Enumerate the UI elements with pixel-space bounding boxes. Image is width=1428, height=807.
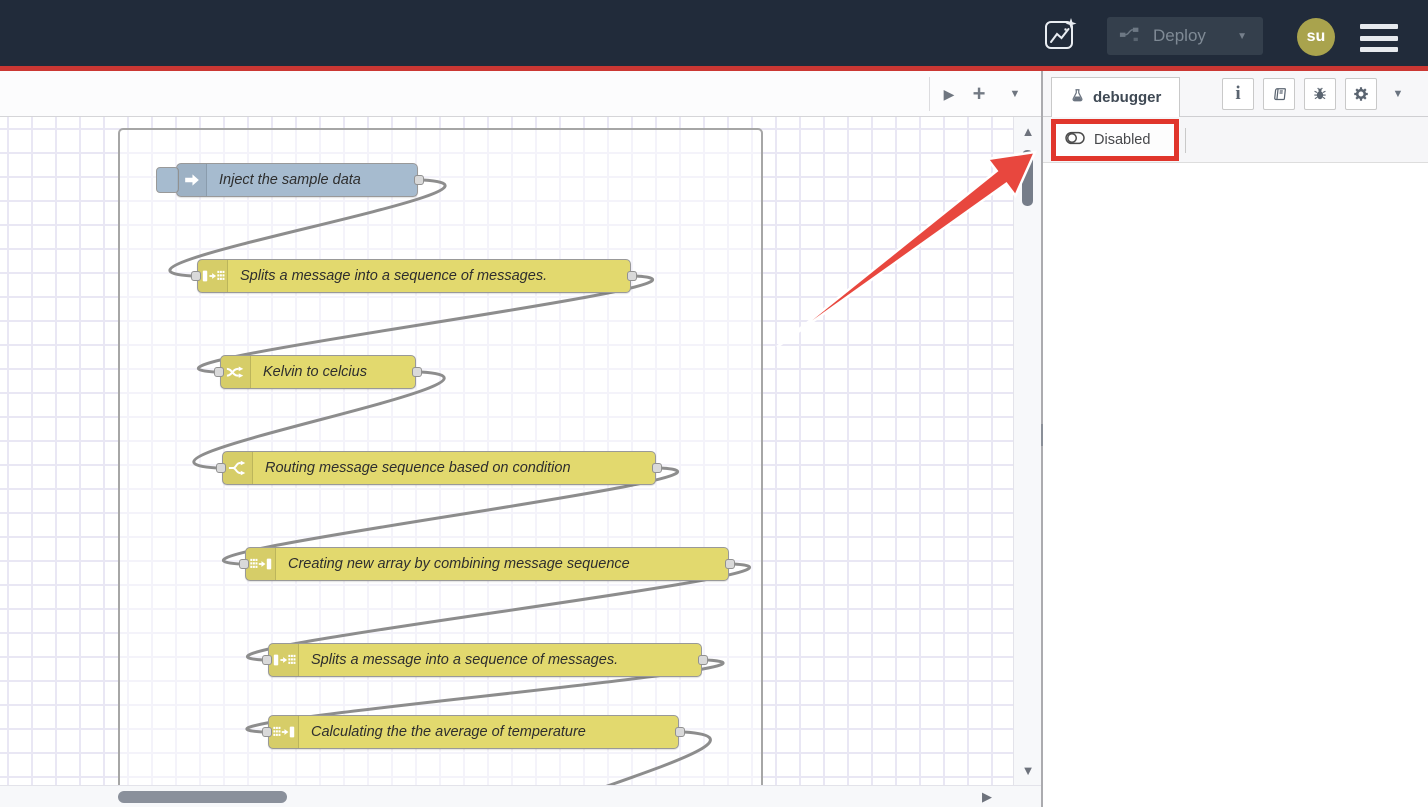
inject-icon: [177, 164, 207, 196]
deploy-label: Deploy: [1153, 26, 1206, 46]
flow-node-split[interactable]: Splits a message into a sequence of mess…: [197, 259, 631, 293]
tab-debugger[interactable]: debugger: [1051, 77, 1180, 117]
node-label: Kelvin to celcius: [263, 356, 367, 387]
workspace: ▶ + ▼ Inject the sample data Splits a mes…: [0, 71, 1041, 807]
output-port[interactable]: [698, 655, 708, 665]
book-icon[interactable]: [1263, 78, 1295, 110]
node-label: Splits a message into a sequence of mess…: [311, 644, 618, 675]
bug-icon[interactable]: [1304, 78, 1336, 110]
scroll-up-icon[interactable]: ▲: [1014, 124, 1042, 139]
split-icon: [198, 260, 228, 292]
hamburger-menu-icon[interactable]: [1360, 24, 1398, 52]
horizontal-scrollbar-thumb[interactable]: [118, 791, 287, 803]
flow-tabbar: ▶ + ▼: [0, 71, 1041, 117]
toolbar-separator: [1185, 128, 1186, 153]
horizontal-scrollbar: ▶: [0, 785, 1041, 807]
output-port[interactable]: [652, 463, 662, 473]
sidebar-content: [1043, 163, 1428, 807]
flow-node-join[interactable]: Creating new array by combining message …: [245, 547, 729, 581]
inject-button[interactable]: [156, 167, 179, 193]
deploy-button[interactable]: Deploy ▼: [1107, 17, 1263, 55]
split-icon: [269, 644, 299, 676]
add-flow-icon[interactable]: +: [964, 71, 994, 117]
input-port[interactable]: [214, 367, 224, 377]
flow-node-change[interactable]: Kelvin to celcius: [220, 355, 416, 389]
join-icon: [246, 548, 276, 580]
vertical-scrollbar-thumb[interactable]: [1022, 150, 1033, 206]
flow-node-split[interactable]: Splits a message into a sequence of mess…: [268, 643, 702, 677]
deploy-nodes-icon: [1119, 26, 1143, 46]
input-port[interactable]: [191, 271, 201, 281]
deploy-chevron-down-icon[interactable]: ▼: [1237, 31, 1247, 42]
flask-icon: [1070, 88, 1085, 107]
disabled-label: Disabled: [1094, 132, 1150, 148]
switch-icon: [223, 452, 253, 484]
flow-node-switch[interactable]: Routing message sequence based on condit…: [222, 451, 656, 485]
annotation-highlight-box: Disabled: [1051, 119, 1179, 161]
output-port[interactable]: [414, 175, 424, 185]
output-port[interactable]: [675, 727, 685, 737]
gear-icon[interactable]: [1345, 78, 1377, 110]
flow-list-chevron-down-icon[interactable]: ▼: [1000, 71, 1030, 117]
node-label: Routing message sequence based on condit…: [265, 452, 571, 483]
input-port[interactable]: [262, 727, 272, 737]
tabbar-separator: [929, 77, 930, 111]
input-port[interactable]: [262, 655, 272, 665]
vertical-scrollbar: ▲ ▼: [1013, 117, 1041, 785]
output-port[interactable]: [412, 367, 422, 377]
flow-sparkle-icon[interactable]: [1043, 16, 1079, 52]
sidebar: debugger i ▼ Disabled: [1041, 71, 1428, 807]
scroll-tabs-right-icon[interactable]: ▶: [936, 71, 962, 117]
node-label: Creating new array by combining message …: [288, 548, 630, 579]
output-port[interactable]: [725, 559, 735, 569]
sidebar-chevron-down-icon[interactable]: ▼: [1385, 78, 1411, 110]
scroll-right-icon[interactable]: ▶: [982, 789, 992, 805]
debugger-tab-label: debugger: [1093, 89, 1161, 106]
flow-node-join[interactable]: Calculating the the average of temperatu…: [268, 715, 679, 749]
flow-node-inject[interactable]: Inject the sample data: [176, 163, 418, 197]
change-icon: [221, 356, 251, 388]
node-red-app: Deploy ▼ su ▶ + ▼ Inject the sample data…: [0, 0, 1428, 807]
debugger-toolbar-row: Disabled: [1043, 117, 1428, 163]
toggle-off-icon: [1065, 131, 1086, 149]
node-label: Inject the sample data: [219, 164, 361, 195]
node-label: Splits a message into a sequence of mess…: [240, 260, 547, 291]
output-port[interactable]: [627, 271, 637, 281]
flow-canvas[interactable]: Inject the sample data Splits a message i…: [0, 117, 1013, 785]
header-bar: Deploy ▼ su: [0, 0, 1428, 66]
avatar[interactable]: su: [1297, 18, 1335, 56]
info-icon[interactable]: i: [1222, 78, 1254, 110]
sidebar-header: debugger i ▼: [1043, 71, 1428, 117]
input-port[interactable]: [216, 463, 226, 473]
node-label: Calculating the the average of temperatu…: [311, 716, 586, 747]
input-port[interactable]: [239, 559, 249, 569]
join-icon: [269, 716, 299, 748]
debugger-disabled-toggle-button[interactable]: Disabled: [1056, 131, 1150, 149]
scroll-down-icon[interactable]: ▼: [1014, 763, 1042, 778]
